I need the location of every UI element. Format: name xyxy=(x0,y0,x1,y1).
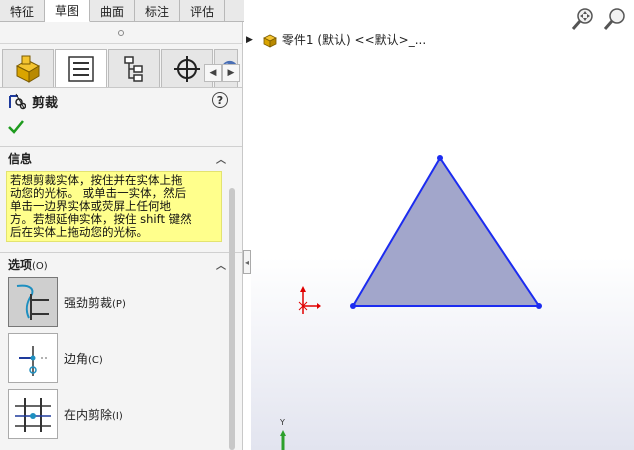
pane-grip[interactable] xyxy=(0,22,242,44)
part-icon xyxy=(263,34,277,48)
axis-triad-icon xyxy=(280,430,286,450)
trim-icon xyxy=(9,93,26,110)
zoom-to-fit-icon[interactable] xyxy=(570,6,596,32)
trim-inside-icon[interactable] xyxy=(8,389,58,439)
option-label: 在内剪除(I) xyxy=(64,407,123,422)
tab-sketch[interactable]: 草图 xyxy=(45,0,91,22)
view-toolbar xyxy=(570,6,628,32)
sketch-vertex[interactable] xyxy=(536,303,542,309)
command-manager-tabs: 特征 草图 曲面 标注 评估 xyxy=(0,0,280,22)
zoom-to-area-icon[interactable] xyxy=(602,6,628,32)
tab-features[interactable]: 特征 xyxy=(0,0,46,22)
options-heading: 选项(O) xyxy=(8,257,48,272)
sketch-canvas[interactable] xyxy=(251,22,634,450)
info-line: 单击一边界实体或荧屏上任何地 xyxy=(10,200,171,213)
option-label: 强劲剪裁(P) xyxy=(64,295,126,310)
sketch-vertex[interactable] xyxy=(437,155,443,161)
property-manager-icon[interactable] xyxy=(55,49,107,87)
feature-title: 剪裁 xyxy=(32,95,59,111)
axis-y-label: Y xyxy=(280,418,285,427)
expand-icon[interactable]: ▶ xyxy=(246,35,253,45)
graphics-area[interactable]: Y xyxy=(251,22,634,450)
corner-trim-icon[interactable] xyxy=(8,333,58,383)
info-line: 动您的光标。 或单击一实体，然后 xyxy=(10,187,187,200)
info-group-header[interactable]: 信息 ︿ xyxy=(0,147,242,169)
collapse-icon[interactable]: ︿ xyxy=(216,257,226,272)
options-group-header[interactable]: 选项(O) ︿ xyxy=(0,253,242,275)
ok-row xyxy=(0,114,242,140)
info-line: 方。若想延伸实体，按住 shift 键然 xyxy=(10,213,192,226)
property-manager-pane: ◀ ▶ 剪裁 ? 信息 ︿ 若想剪裁实体，按住并在实体上拖 动您的光标。 或单击… xyxy=(0,22,243,450)
collapse-icon[interactable]: ︿ xyxy=(216,151,226,166)
pane-splitter[interactable]: ◂ xyxy=(243,250,251,274)
sketch-vertex[interactable] xyxy=(350,303,356,309)
collapse-pane-icon: ◂ xyxy=(244,257,249,267)
feature-tree-flyout[interactable]: ▶ 零件1 (默认) <<默认>_... xyxy=(246,31,426,48)
feature-manager-icon[interactable] xyxy=(2,49,54,87)
manager-tabs: ◀ ▶ xyxy=(0,44,242,88)
option-trim-inside[interactable]: 在内剪除(I) xyxy=(0,389,242,439)
feature-header: 剪裁 ? xyxy=(0,88,242,114)
option-corner[interactable]: 边角(C) xyxy=(0,333,242,383)
tab-evaluate[interactable]: 评估 xyxy=(180,0,226,22)
manager-tab-scroller: ◀ ▶ xyxy=(204,64,240,82)
power-trim-icon[interactable] xyxy=(8,277,58,327)
pane-scrollbar[interactable] xyxy=(229,188,235,450)
info-message: 若想剪裁实体，按住并在实体上拖 动您的光标。 或单击一实体，然后 单击一边界实体… xyxy=(6,171,222,242)
help-icon[interactable]: ? xyxy=(212,92,228,108)
info-line: 后在实体上拖动您的光标。 xyxy=(10,226,148,239)
grip-dot-icon xyxy=(118,29,124,36)
sketch-triangle[interactable] xyxy=(351,156,541,307)
info-line: 若想剪裁实体，按住并在实体上拖 xyxy=(10,174,183,187)
scroll-left-icon[interactable]: ◀ xyxy=(204,64,222,82)
part-name: 零件1 (默认) <<默认>_... xyxy=(281,33,427,47)
check-icon[interactable] xyxy=(8,120,24,134)
tab-dimension[interactable]: 标注 xyxy=(135,0,181,22)
tab-surfaces[interactable]: 曲面 xyxy=(90,0,136,22)
option-label: 边角(C) xyxy=(64,351,103,366)
scroll-right-icon[interactable]: ▶ xyxy=(222,64,240,82)
origin-icon xyxy=(298,286,321,314)
option-power-trim[interactable]: 强劲剪裁(P) xyxy=(0,277,242,327)
configuration-manager-icon[interactable] xyxy=(108,49,160,87)
info-heading: 信息 xyxy=(8,151,33,166)
